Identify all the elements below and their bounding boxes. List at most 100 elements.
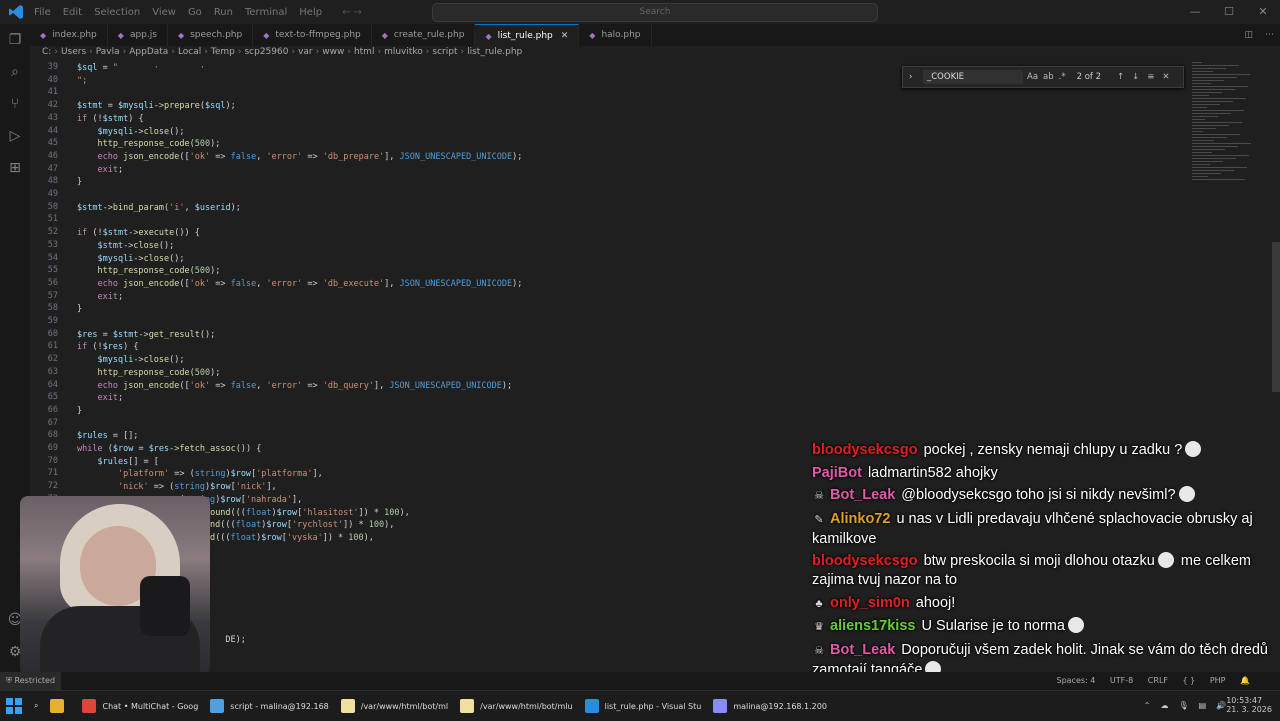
code-line[interactable]: exit; bbox=[77, 164, 123, 177]
menu-terminal[interactable]: Terminal bbox=[245, 7, 287, 18]
match-case-toggle[interactable]: Aa bbox=[1027, 72, 1038, 82]
whole-word-toggle[interactable]: ab bbox=[1043, 72, 1054, 82]
explorer-icon[interactable]: ❐ bbox=[0, 24, 30, 56]
tab-text-to-ffmpeg-php[interactable]: ◆ text-to-ffmpeg.php bbox=[253, 24, 372, 46]
microphone-tray-icon[interactable]: 🎙 bbox=[1179, 701, 1189, 710]
menu-view[interactable]: View bbox=[152, 7, 176, 18]
next-match-icon[interactable]: ↓ bbox=[1132, 72, 1139, 82]
tab-create_rule-php[interactable]: ◆ create_rule.php bbox=[372, 24, 476, 46]
menu-go[interactable]: Go bbox=[188, 7, 202, 18]
code-line[interactable]: $mysqli->close(); bbox=[77, 126, 184, 139]
close-tab-icon[interactable]: ✕ bbox=[561, 31, 569, 41]
menu-help[interactable]: Help bbox=[299, 7, 322, 18]
code-line[interactable]: 'platform' => (string)$row['platforma'], bbox=[77, 468, 323, 481]
code-line[interactable]: 'nick' => (string)$row['nick'], bbox=[77, 481, 277, 494]
code-line[interactable]: $sql = " · · bbox=[77, 62, 205, 75]
previous-match-icon[interactable]: ↑ bbox=[1117, 72, 1124, 82]
command-center-search[interactable]: Search bbox=[432, 3, 878, 22]
code-line[interactable]: echo json_encode(['ok' => false, 'error'… bbox=[77, 278, 522, 291]
scrollbar-thumb[interactable] bbox=[1272, 242, 1280, 392]
breadcrumb-item[interactable]: scp25960 bbox=[244, 47, 288, 57]
file-explorer-icon[interactable] bbox=[44, 691, 76, 721]
close-find-icon[interactable]: ✕ bbox=[1162, 72, 1169, 82]
nav-arrows-icon[interactable]: ← → bbox=[342, 7, 362, 18]
minimize-icon[interactable]: — bbox=[1178, 0, 1212, 24]
code-line[interactable]: $rules = []; bbox=[77, 430, 138, 443]
breadcrumb-item[interactable]: www bbox=[322, 47, 344, 57]
breadcrumb-item[interactable]: script bbox=[432, 47, 457, 57]
more-actions-icon[interactable]: ⋯ bbox=[1265, 30, 1274, 40]
breadcrumb-item[interactable]: AppData bbox=[129, 47, 168, 57]
breadcrumb-item[interactable]: C: bbox=[42, 47, 51, 57]
taskbar-app[interactable]: script - malina@192.168 bbox=[204, 691, 334, 721]
tab-index-php[interactable]: ◆ index.php bbox=[30, 24, 108, 46]
volume-icon[interactable]: 🔊 bbox=[1216, 701, 1226, 710]
code-line[interactable]: if (!$stmt->execute()) { bbox=[77, 227, 200, 240]
code-line[interactable]: } bbox=[77, 303, 82, 316]
close-icon[interactable]: ✕ bbox=[1246, 0, 1280, 24]
tab-app-js[interactable]: ◆ app.js bbox=[108, 24, 168, 46]
taskbar-app[interactable]: /var/www/html/bot/ml bbox=[335, 691, 454, 721]
restricted-mode-indicator[interactable]: ⛨ Restricted bbox=[0, 672, 62, 690]
breadcrumb-item[interactable]: Temp bbox=[211, 47, 235, 57]
menu-run[interactable]: Run bbox=[214, 7, 233, 18]
code-line[interactable]: while ($row = $res->fetch_assoc()) { bbox=[77, 443, 261, 456]
minimap[interactable] bbox=[1192, 62, 1268, 212]
code-line[interactable]: http_response_code(500); bbox=[77, 367, 220, 380]
search-icon[interactable]: ⌕ bbox=[0, 56, 30, 88]
menu-selection[interactable]: Selection bbox=[94, 7, 140, 18]
tray-chevron-icon[interactable]: ⌃ bbox=[1144, 701, 1151, 710]
tab-list_rule-php[interactable]: ◆ list_rule.php ✕ bbox=[475, 24, 580, 47]
code-line[interactable]: if (!$stmt) { bbox=[77, 113, 144, 126]
start-button[interactable] bbox=[0, 691, 28, 721]
indentation-status[interactable]: Spaces: 4 bbox=[1057, 676, 1096, 685]
code-line[interactable]: if (!$res) { bbox=[77, 341, 138, 354]
language-status[interactable]: { } PHP bbox=[1183, 676, 1226, 685]
code-line[interactable]: $stmt->close(); bbox=[77, 240, 174, 253]
clock[interactable]: 10:53:47 21. 3. 2026 bbox=[1226, 696, 1272, 714]
breadcrumb-item[interactable]: Pavla bbox=[96, 47, 120, 57]
toggle-replace-icon[interactable]: › bbox=[909, 72, 912, 82]
code-line[interactable]: $mysqli->close(); bbox=[77, 354, 184, 367]
encoding-status[interactable]: UTF-8 bbox=[1110, 676, 1133, 685]
code-line[interactable]: http_response_code(500); bbox=[77, 265, 220, 278]
network-icon[interactable]: ▤ bbox=[1199, 701, 1207, 710]
code-line[interactable]: exit; bbox=[77, 291, 123, 304]
breadcrumb-item[interactable]: Local bbox=[178, 47, 201, 57]
breadcrumb-item[interactable]: var bbox=[298, 47, 313, 57]
menu-file[interactable]: File bbox=[34, 7, 51, 18]
taskbar-app[interactable]: list_rule.php - Visual Stu bbox=[579, 691, 708, 721]
tab-halo-php[interactable]: ◆ halo.php bbox=[579, 24, 652, 46]
notifications-icon[interactable]: 🔔 bbox=[1240, 676, 1250, 685]
code-line[interactable]: "; bbox=[77, 75, 87, 88]
code-line[interactable]: } bbox=[77, 405, 82, 418]
source-control-icon[interactable]: ⑂ bbox=[0, 88, 30, 120]
code-line[interactable]: } bbox=[77, 176, 82, 189]
taskbar-search-icon[interactable]: ⌕ bbox=[28, 691, 44, 721]
tab-speech-php[interactable]: ◆ speech.php bbox=[168, 24, 254, 46]
find-in-selection-icon[interactable]: ≡ bbox=[1147, 72, 1154, 82]
code-line[interactable]: $stmt->bind_param('i', $userid); bbox=[77, 202, 241, 215]
run-debug-icon[interactable]: ▷ bbox=[0, 120, 30, 152]
code-line[interactable]: exit; bbox=[77, 392, 123, 405]
code-line[interactable]: http_response_code(500); bbox=[77, 138, 220, 151]
regex-toggle[interactable]: .* bbox=[1059, 72, 1066, 82]
code-line[interactable]: echo json_encode(['ok' => false, 'error'… bbox=[77, 380, 512, 393]
code-line[interactable]: $rules[] = [ bbox=[77, 456, 158, 469]
taskbar-app[interactable]: /var/www/html/bot/mlu bbox=[454, 691, 578, 721]
breadcrumb-item[interactable]: mluvitko bbox=[384, 47, 423, 57]
code-line[interactable]: echo json_encode(['ok' => false, 'error'… bbox=[77, 151, 522, 164]
maximize-icon[interactable]: ☐ bbox=[1212, 0, 1246, 24]
taskbar-app[interactable]: malina@192.168.1.200 bbox=[707, 691, 833, 721]
breadcrumb-item[interactable]: Users bbox=[61, 47, 86, 57]
eol-status[interactable]: CRLF bbox=[1148, 676, 1168, 685]
extensions-icon[interactable]: ⊞ bbox=[0, 152, 30, 184]
split-editor-icon[interactable]: ◫ bbox=[1244, 30, 1253, 40]
breadcrumb-item[interactable]: list_rule.php bbox=[467, 47, 522, 57]
cloud-icon[interactable]: ☁ bbox=[1161, 701, 1169, 710]
menu-edit[interactable]: Edit bbox=[63, 7, 82, 18]
find-input[interactable]: _COOKIE bbox=[923, 70, 1023, 84]
code-line[interactable]: $stmt = $mysqli->prepare($sql); bbox=[77, 100, 236, 113]
code-line[interactable]: $res = $stmt->get_result(); bbox=[77, 329, 215, 342]
breadcrumb-item[interactable]: html bbox=[354, 47, 375, 57]
